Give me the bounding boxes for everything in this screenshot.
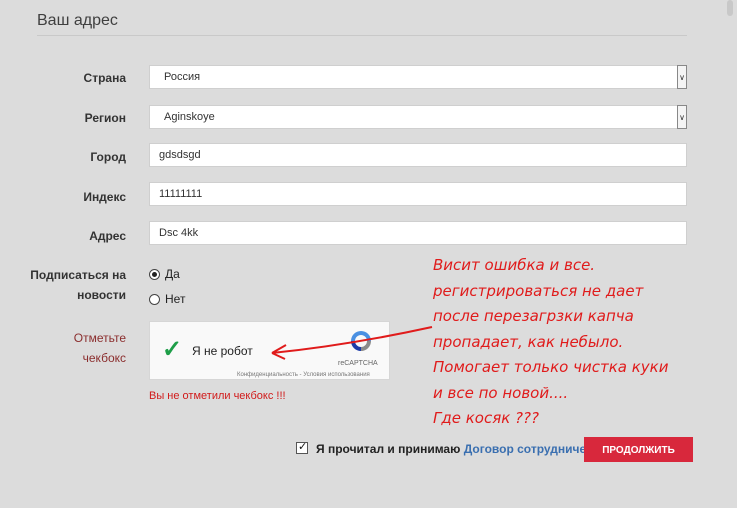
continue-button[interactable]: ПРОДОЛЖИТЬ xyxy=(584,437,693,462)
annotation-line: Где косяк ??? xyxy=(433,409,539,427)
annotation-text: Висит ошибка и все. регистрироваться не … xyxy=(433,253,723,432)
annotation-line: Висит ошибка и все. xyxy=(433,256,596,274)
agreement-label: Я прочитал и принимаю xyxy=(316,442,461,456)
annotation-line: регистрироваться не дает xyxy=(433,281,644,300)
annotation-line: пропадает, как небыло. xyxy=(433,332,624,351)
annotation-line: после перезагрзки капча xyxy=(433,307,634,325)
annotation-line: Помогает только чистка куки xyxy=(433,358,669,376)
agreement-text: Я прочитал и принимаю Договор сотрудниче… xyxy=(316,442,612,456)
agreement-checkbox[interactable]: ✓ xyxy=(296,441,308,454)
checkmark-icon: ✓ xyxy=(298,441,308,453)
annotation-line: и все по новой.... xyxy=(433,383,569,402)
